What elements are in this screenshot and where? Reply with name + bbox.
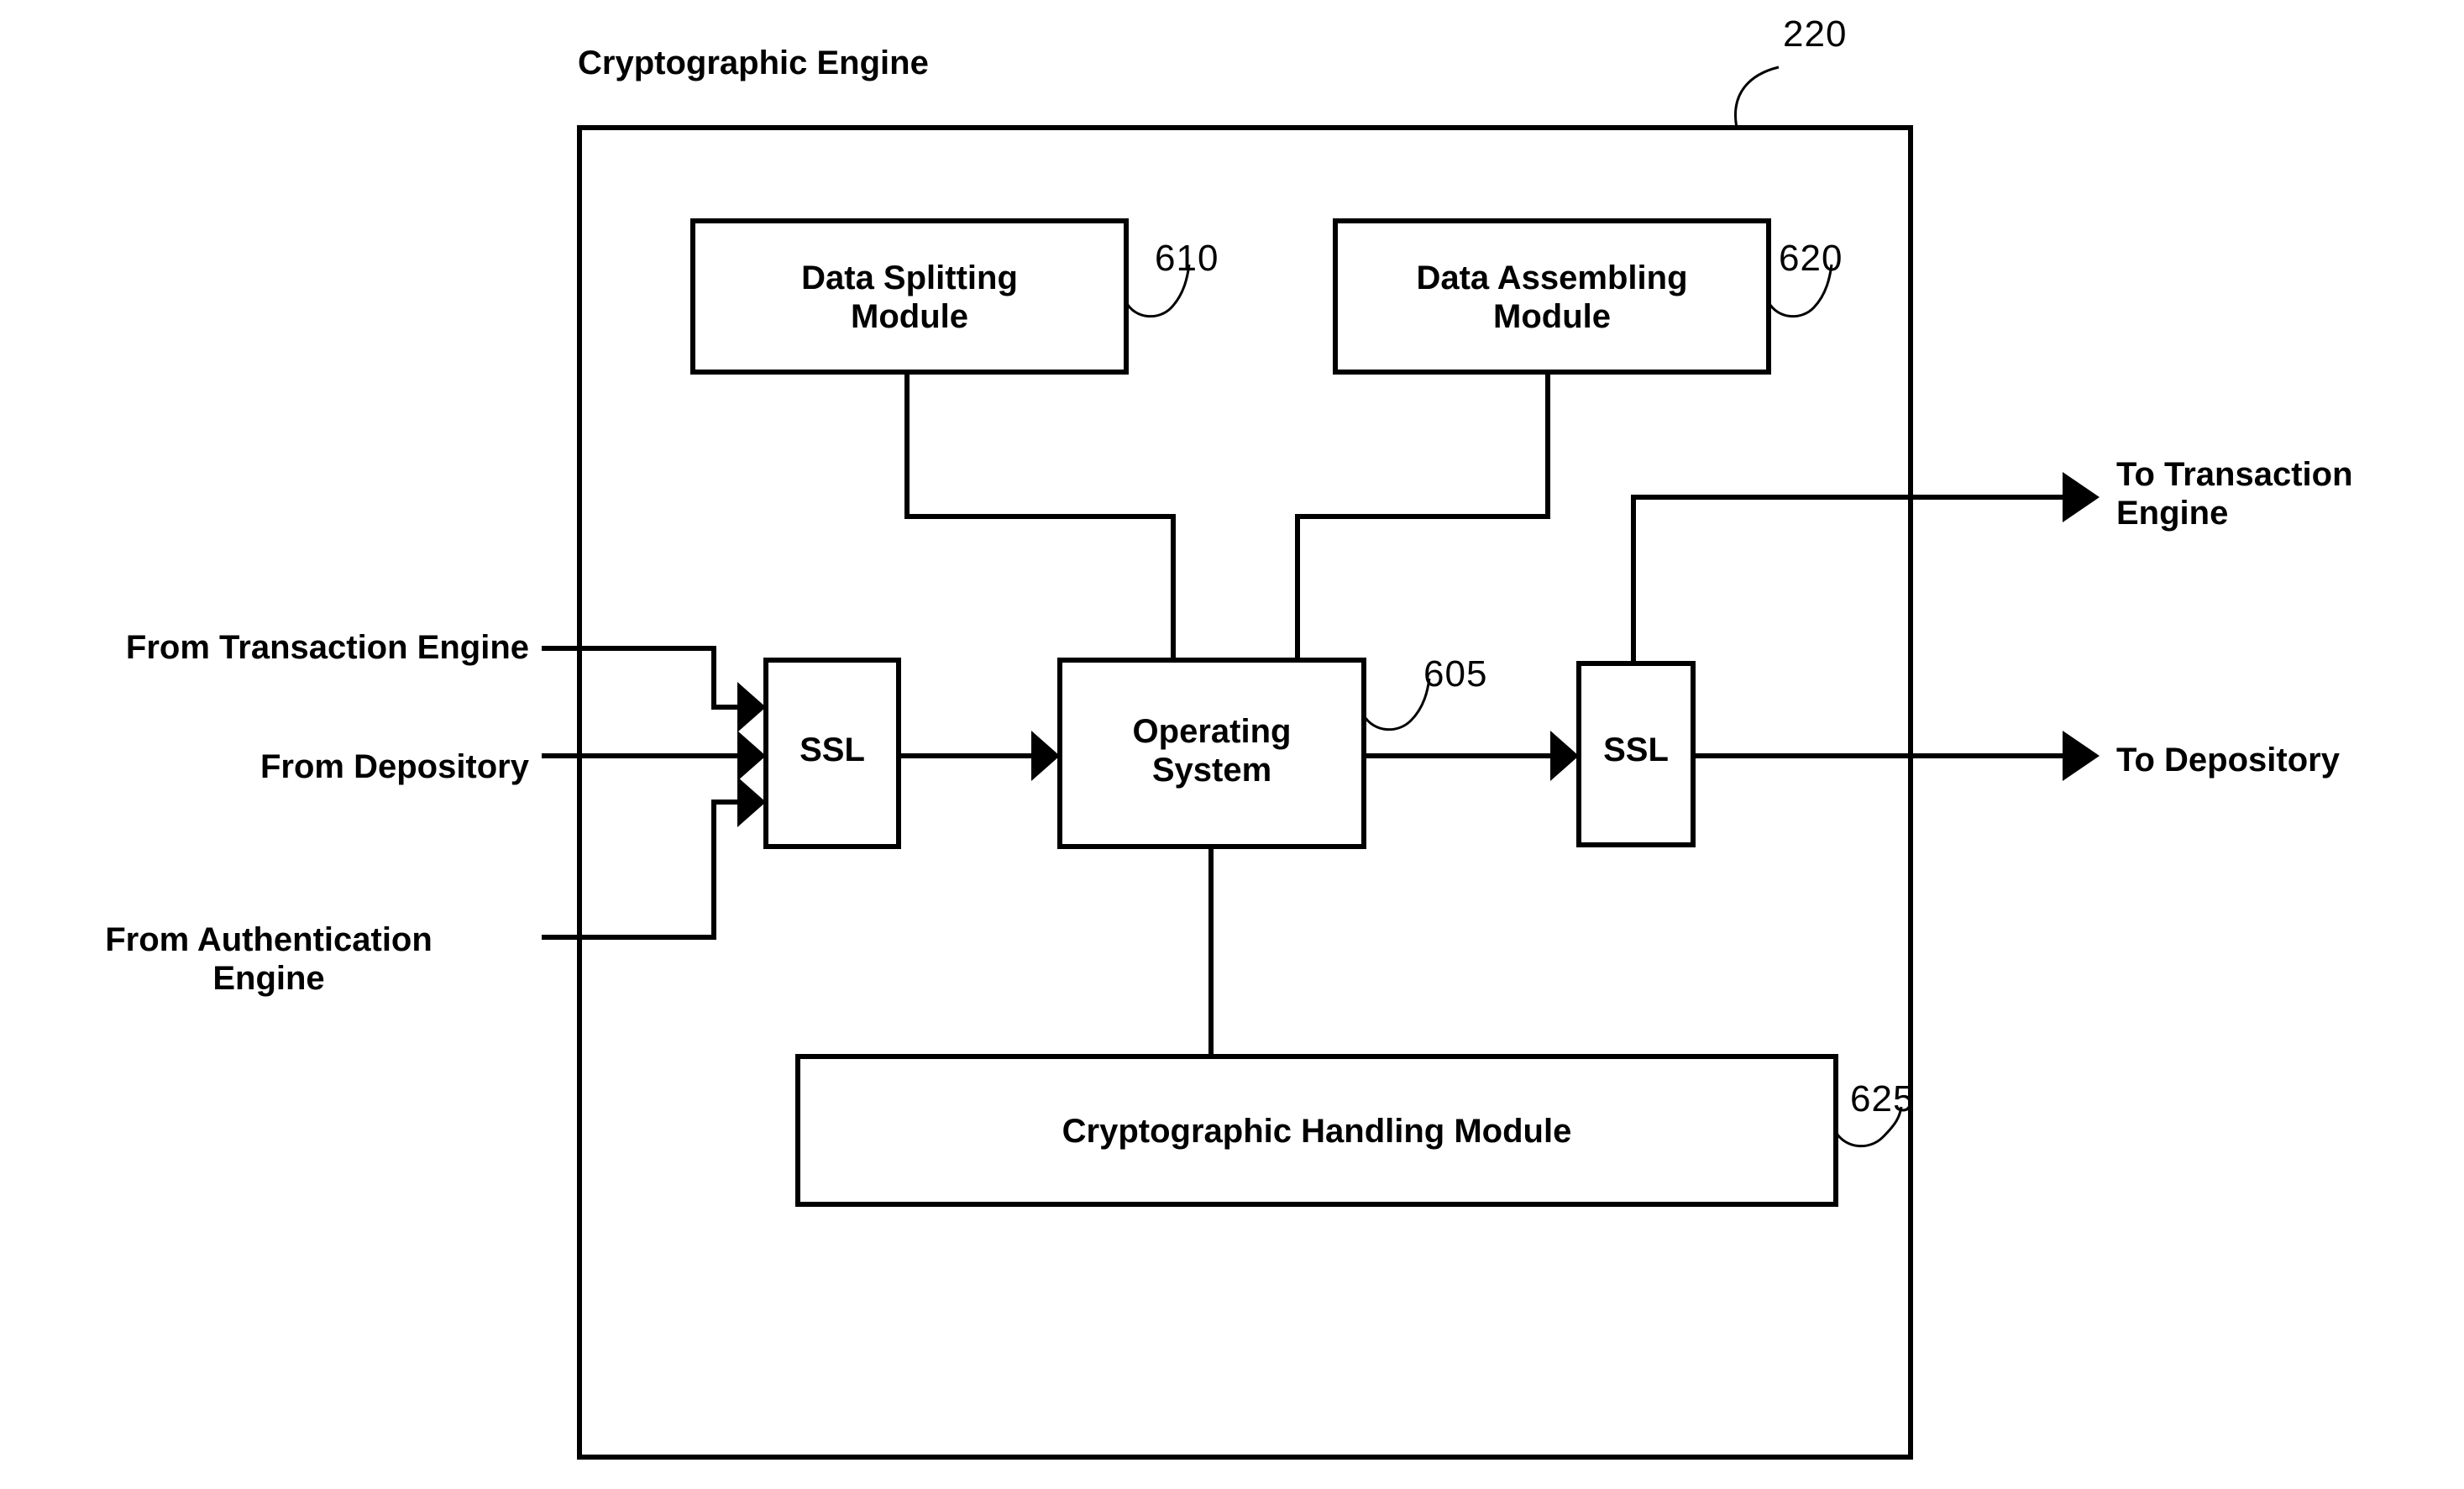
to-transaction-engine-label: To Transaction Engine xyxy=(2116,456,2353,532)
arrowhead-to-transaction-engine xyxy=(2063,472,2100,522)
edge-ssl-outbound-to-transaction-engine xyxy=(1631,495,2064,663)
data-splitting-module-label: Data Splitting Module xyxy=(801,260,1018,336)
data-assembling-module-label: Data Assembling Module xyxy=(1416,260,1688,336)
reference-number-605: 605 xyxy=(1423,653,1488,695)
arrowhead-ssl-to-os xyxy=(1031,731,1060,781)
reference-number-625: 625 xyxy=(1850,1078,1915,1119)
figure-title: Cryptographic Engine xyxy=(578,45,929,81)
arrowhead-from-authentication-engine xyxy=(737,777,766,827)
edge-splitting-to-os xyxy=(904,372,1176,660)
to-depository-label: To Depository xyxy=(2116,742,2340,779)
cryptographic-handling-module-label: Cryptographic Handling Module xyxy=(1062,1113,1572,1150)
arrowhead-from-transaction-engine xyxy=(737,682,766,732)
edge-from-transaction-engine xyxy=(542,646,739,710)
edge-from-authentication-engine xyxy=(542,800,739,940)
from-authentication-engine-label: From Authentication Engine xyxy=(105,921,433,998)
reference-number-610: 610 xyxy=(1155,238,1219,279)
diagram-canvas: Cryptographic Engine Data Splitting Modu… xyxy=(0,0,2464,1489)
arrowhead-os-to-ssl-outbound xyxy=(1550,731,1579,781)
from-transaction-engine-label: From Transaction Engine xyxy=(125,629,529,666)
from-depository-label: From Depository xyxy=(260,748,529,785)
ssl-outbound-label: SSL xyxy=(1603,731,1669,768)
arrowhead-from-depository xyxy=(737,731,766,781)
ssl-inbound-label: SSL xyxy=(799,731,865,768)
edge-assembling-to-os xyxy=(1295,372,1550,660)
leader-line-605 xyxy=(1362,678,1431,731)
reference-number-620: 620 xyxy=(1779,238,1843,279)
arrowhead-to-depository xyxy=(2063,731,2100,781)
leader-line-220 xyxy=(1734,66,1780,128)
operating-system-label: Operating System xyxy=(1132,713,1292,789)
reference-number-220: 220 xyxy=(1783,13,1848,55)
